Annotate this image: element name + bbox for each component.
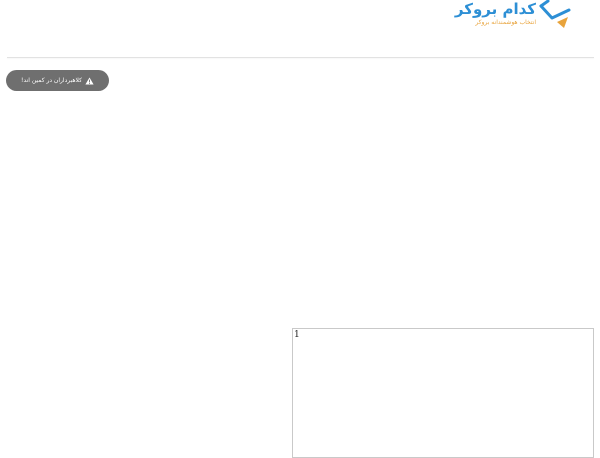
logo-title: کدام بروکر (454, 0, 536, 18)
embedded-frame-content: 1 (294, 330, 300, 340)
paper-plane-logo-icon (539, 0, 571, 28)
scam-warning-button[interactable]: کلاهبرداران در کمین اند! (6, 70, 109, 91)
warning-triangle-icon (85, 76, 94, 85)
logo-subtitle: انتخاب هوشمندانه بروکر (475, 19, 536, 26)
embedded-frame[interactable]: 1 (292, 328, 594, 458)
site-header: کدام بروکر انتخاب هوشمندانه بروکر (0, 0, 600, 58)
scam-warning-label: کلاهبرداران در کمین اند! (21, 77, 82, 84)
site-logo[interactable]: کدام بروکر انتخاب هوشمندانه بروکر (455, 0, 572, 34)
header-divider (7, 57, 594, 58)
